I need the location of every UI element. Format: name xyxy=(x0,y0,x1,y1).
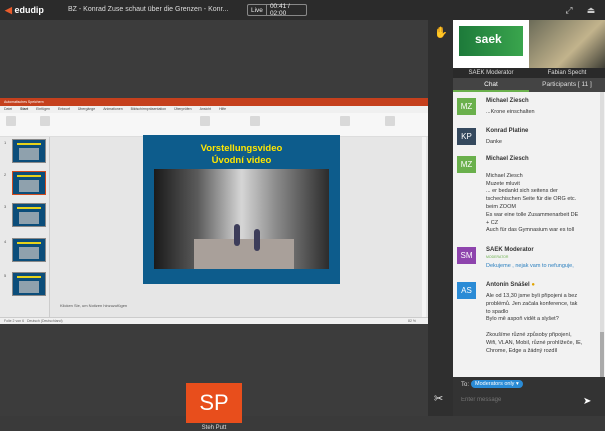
avatar: SM xyxy=(457,247,476,264)
ppt-tab[interactable]: Datei xyxy=(4,106,12,113)
camera-strip: saek SAEK Moderator Fabian Specht xyxy=(453,20,605,78)
sidebar: saek SAEK Moderator Fabian Specht Chat P… xyxy=(453,20,605,416)
designer-icon[interactable] xyxy=(385,116,395,126)
sidebar-tabs: Chat Participants [ 11 ] xyxy=(453,78,605,92)
webinar-title: BZ - Konrad Zuse schaut über die Grenzen… xyxy=(68,6,229,13)
edudip-logo: ◀ edudip xyxy=(5,5,44,15)
ppt-tab[interactable]: Entwurf xyxy=(58,106,70,113)
camera-tile-moderator[interactable]: saek xyxy=(453,20,529,68)
sender-name: Antonín Snášel ● xyxy=(486,282,535,288)
ppt-scrollbar[interactable] xyxy=(422,137,426,317)
ppt-ribbon-tabs: Datei Start Einfügen Entwurf Übergänge A… xyxy=(0,106,428,113)
ppt-tab[interactable]: Animationen xyxy=(103,106,122,113)
sender-name: Konrad Platine xyxy=(486,128,529,134)
presentation-stage: Automatisches Speichern Datei Start Einf… xyxy=(0,20,428,431)
recipient-select[interactable]: Moderators only ▾ xyxy=(471,380,523,388)
fullscreen-icon[interactable]: ⤢ xyxy=(563,4,575,16)
exit-icon[interactable]: ⏏ xyxy=(585,4,597,16)
ppt-tab[interactable]: Start xyxy=(20,106,28,113)
slide-thumb[interactable]: 5 xyxy=(4,272,46,296)
message-text: Dekujeme , nejak vam to nefunguje, xyxy=(486,263,574,269)
sender-name: Michael Ziesch xyxy=(486,156,529,162)
powerpoint-window: Automatisches Speichern Datei Start Einf… xyxy=(0,98,428,324)
avatar: MZ xyxy=(457,98,476,115)
sender-name: Michael Ziesch xyxy=(486,98,529,104)
find-icon[interactable] xyxy=(340,116,350,126)
new-slide-icon[interactable] xyxy=(40,116,50,126)
tab-participants[interactable]: Participants [ 11 ] xyxy=(529,78,605,92)
avatar: MZ xyxy=(457,156,476,173)
avatar: KP xyxy=(457,128,476,145)
to-label: To: xyxy=(461,382,470,388)
ppt-tab[interactable]: Bildschirmpräsentation xyxy=(131,106,166,113)
avatar: AS xyxy=(457,282,476,299)
top-bar: ◀ edudip BZ - Konrad Zuse schaut über di… xyxy=(0,0,605,20)
send-icon[interactable]: ➤ xyxy=(583,396,591,407)
ppt-tab[interactable]: Einfügen xyxy=(36,106,50,113)
chat-composer: To: Moderators only ▾ ➤ xyxy=(453,377,605,416)
moderator-icon: ● xyxy=(531,282,535,288)
tab-chat[interactable]: Chat xyxy=(453,78,529,92)
presenter-avatar: SP xyxy=(186,383,242,423)
tools-icon[interactable]: ✂ xyxy=(434,392,443,405)
slide-thumb[interactable]: 4 xyxy=(4,238,46,262)
message-text: Ale od 13,30 jsme byli připojeni a bez p… xyxy=(486,293,583,354)
presenter-name: Steh Putt xyxy=(201,425,227,431)
message-text: ...Krone einschalten xyxy=(486,109,535,115)
paste-icon[interactable] xyxy=(6,116,16,126)
camera-label: SAEK Moderator xyxy=(453,68,529,78)
arrange-icon[interactable] xyxy=(250,116,260,126)
slide-thumb[interactable]: 2 xyxy=(4,171,46,195)
ppt-ribbon xyxy=(0,113,428,137)
ppt-tab[interactable]: Hilfe xyxy=(219,106,226,113)
ppt-statusbar: Folie 2 von 6 Deutsch (Deutschland) 82 % xyxy=(0,317,428,324)
message-text: Danke xyxy=(486,139,502,145)
ppt-tab[interactable]: Überprüfen xyxy=(174,106,192,113)
slide-title: Vorstellungsvideo xyxy=(200,143,283,154)
slide-subtitle: Úvodní video xyxy=(211,155,272,166)
tool-column: ✋ ✂ xyxy=(428,20,453,416)
camera-label: Fabian Specht xyxy=(529,68,605,78)
message-text: Michael Ziesch Muzete mluvit ... er beda… xyxy=(486,172,579,234)
camera-tile-fabian[interactable] xyxy=(529,20,605,68)
slide-thumb[interactable]: 1 xyxy=(4,139,46,163)
slide-canvas: Vorstellungsvideo Úvodní video xyxy=(143,135,340,284)
hallway-photo xyxy=(154,169,329,269)
ppt-titlebar: Automatisches Speichern xyxy=(0,98,428,106)
chat-scrollbar-thumb[interactable] xyxy=(600,332,604,377)
live-timer: Live 00:41 / 02:00 xyxy=(247,3,307,17)
ppt-body: 1 2 3 4 5 Vorstellungsvideo Úvodní video… xyxy=(0,135,428,317)
sender-name: SAEK Moderator xyxy=(486,247,534,253)
notes-placeholder[interactable]: Klicken Sie, um Notizen hinzuzufügen xyxy=(60,303,127,308)
slide-thumbnails: 1 2 3 4 5 xyxy=(0,137,50,317)
ppt-tab[interactable]: Übergänge xyxy=(78,106,95,113)
message-input[interactable] xyxy=(461,397,581,403)
zoom-level: 82 % xyxy=(408,319,416,323)
live-label: Live xyxy=(248,5,267,15)
slide-thumb[interactable]: 3 xyxy=(4,203,46,227)
role-badge: MODERATOR xyxy=(486,255,509,259)
ppt-tab[interactable]: Ansicht xyxy=(200,106,211,113)
shapes-icon[interactable] xyxy=(200,116,210,126)
chat-list: MZ Michael Ziesch ...Krone einschalten K… xyxy=(453,92,605,377)
hand-icon[interactable]: ✋ xyxy=(434,26,448,39)
timer: 00:41 / 02:00 xyxy=(269,3,290,17)
